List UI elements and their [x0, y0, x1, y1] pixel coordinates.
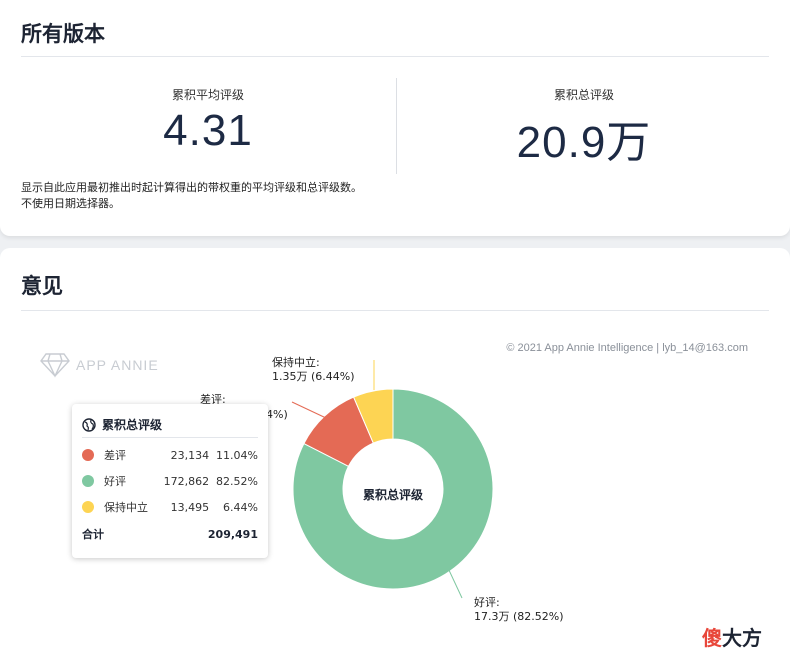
tooltip-row-pct: 82.52% — [216, 474, 258, 488]
callout-positive: 好评: 17.3万 (82.52%) — [474, 596, 564, 624]
legend-dot-positive — [82, 475, 94, 487]
brand-part1: 傻 — [702, 626, 722, 650]
tooltip-header: 累积总评级 — [82, 412, 258, 438]
callout-neutral-name: 保持中立: — [272, 356, 320, 369]
opinion-donut-chart: 累积总评级 — [291, 360, 494, 599]
tooltip-row-name: 差评 — [104, 449, 126, 462]
legend-dot-negative — [82, 449, 94, 461]
brand-part2: 大方 — [722, 626, 762, 650]
chart-tooltip: 累积总评级 差评 23,134 11.04% 好评 172,862 82.52%… — [72, 404, 268, 558]
tooltip-row-count: 13,495 — [170, 500, 210, 514]
callout-neutral: 保持中立: 1.35万 (6.44%) — [272, 356, 355, 384]
tooltip-row-pct: 11.04% — [216, 448, 258, 462]
tooltip-row-name: 保持中立 — [104, 501, 148, 514]
tooltip-total-value: 209,491 — [207, 527, 258, 541]
callout-positive-value: 17.3万 (82.52%) — [474, 610, 564, 623]
tooltip-row-pct: 6.44% — [223, 500, 258, 514]
globe-icon — [82, 417, 96, 432]
tooltip-row: 差评 23,134 11.04% — [82, 442, 258, 468]
brand-watermark: 傻大方 — [702, 622, 762, 651]
tooltip-total-row: 合计 209,491 — [82, 522, 258, 546]
donut-center-label: 累积总评级 — [363, 487, 423, 502]
legend-dot-neutral — [82, 501, 94, 513]
callout-line-negative — [291, 401, 327, 419]
tooltip-total-label: 合计 — [82, 528, 104, 541]
tooltip-row-name: 好评 — [104, 475, 126, 488]
callout-neutral-value: 1.35万 (6.44%) — [272, 370, 355, 383]
tooltip-row: 好评 172,862 82.52% — [82, 468, 258, 494]
callout-negative-value: 4%) — [266, 408, 288, 421]
callout-line-positive — [447, 567, 463, 599]
tooltip-row-count: 172,862 — [163, 474, 210, 488]
tooltip-title: 累积总评级 — [102, 418, 163, 432]
callout-positive-name: 好评: — [474, 596, 500, 609]
tooltip-row: 保持中立 13,495 6.44% — [82, 494, 258, 520]
tooltip-row-count: 23,134 — [170, 448, 210, 462]
